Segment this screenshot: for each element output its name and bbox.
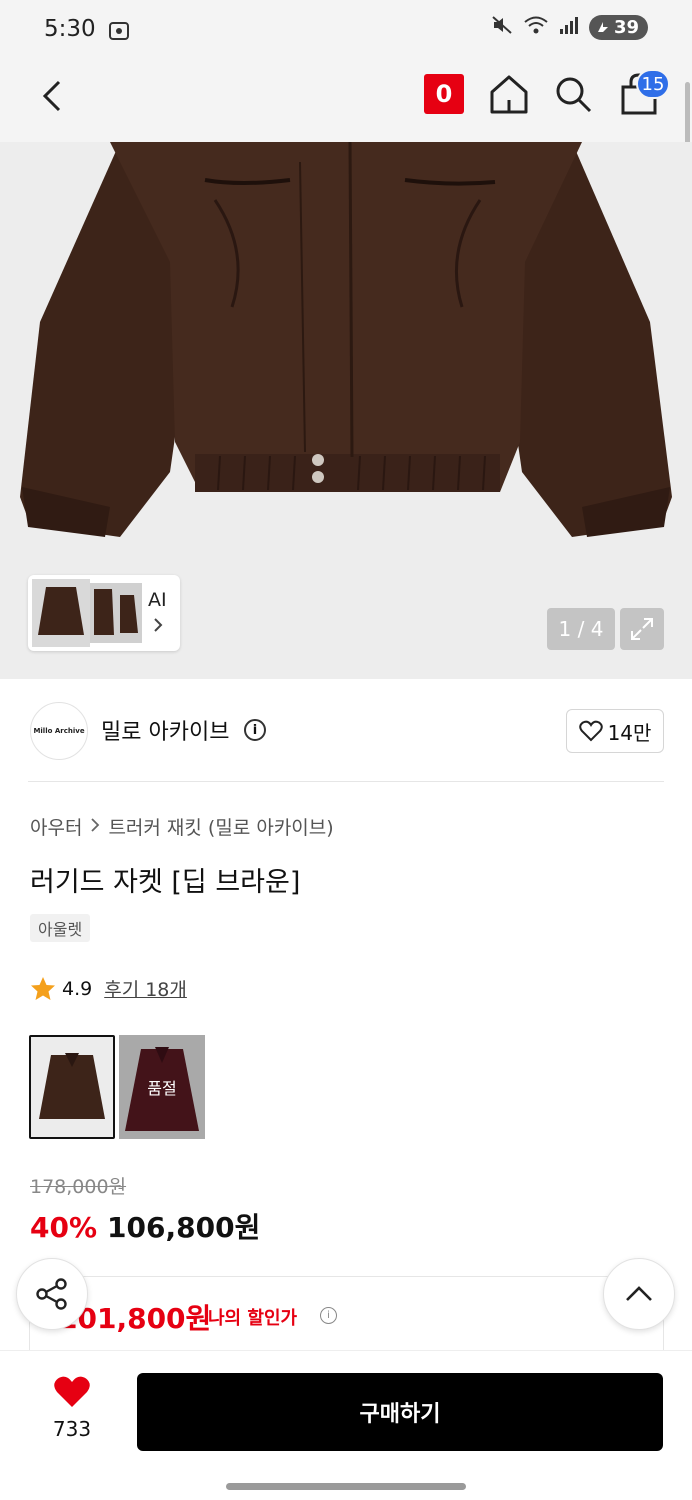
battery-indicator: 39	[588, 14, 648, 40]
sold-out-overlay: 품절	[119, 1035, 205, 1139]
wifi-icon	[523, 14, 549, 40]
mute-icon	[491, 14, 513, 40]
ai-label: AI	[148, 589, 167, 611]
brand-row: Millo Archive 밀로 아카이브 i 14만	[28, 700, 664, 782]
ai-thumbnail-strip[interactable]: AI	[28, 575, 180, 651]
share-button[interactable]	[16, 1258, 88, 1330]
bottom-action-bar: 733 구매하기	[0, 1350, 692, 1500]
share-icon	[36, 1278, 67, 1310]
breadcrumb-category[interactable]: 아우터	[30, 813, 82, 840]
price-line: 40% 106,800원	[30, 1206, 260, 1246]
home-icon	[490, 75, 528, 114]
chevron-right-icon	[152, 617, 164, 638]
my-price-label: 나의 할인가	[208, 1308, 298, 1329]
status-time: 5:30	[44, 16, 96, 42]
zero-event-button[interactable]: 0	[424, 74, 464, 114]
buy-button[interactable]: 구매하기	[137, 1373, 663, 1451]
battery-level: 39	[613, 16, 639, 38]
search-button[interactable]	[553, 72, 593, 116]
original-price: 178,000원	[30, 1176, 127, 1198]
breadcrumb: 아우터 트러커 재킷 (밀로 아카이브)	[30, 813, 334, 840]
thumbnail-image	[32, 579, 90, 647]
screen-record-icon	[108, 20, 130, 46]
outlet-tag: 아울렛	[30, 914, 91, 942]
signal-icon	[559, 14, 579, 40]
info-icon[interactable]: i	[244, 719, 266, 741]
brand-like-button[interactable]: 14만	[566, 709, 664, 753]
cart-count-badge: 15	[636, 69, 670, 99]
home-button[interactable]	[488, 72, 530, 116]
heart-outline-icon	[578, 720, 603, 742]
product-image-carousel[interactable]: AI 1 / 4	[0, 142, 692, 679]
color-swatch-burgundy[interactable]: 품절	[119, 1035, 205, 1139]
chevron-right-icon	[90, 816, 100, 838]
scroll-top-button[interactable]	[603, 1258, 675, 1330]
chevron-up-icon	[626, 1286, 652, 1301]
top-navigation: 0	[0, 62, 692, 142]
status-icons: 39	[491, 14, 648, 40]
thumbnail-image	[90, 583, 142, 643]
status-bar: 5:30 39	[0, 0, 692, 62]
brand-like-count: 14만	[607, 720, 652, 745]
breadcrumb-subcategory[interactable]: 트러커 재킷 (밀로 아카이브)	[108, 813, 333, 840]
expand-image-button[interactable]	[620, 608, 664, 650]
wishlist-count: 733	[52, 1417, 92, 1441]
image-pager: 1 / 4	[547, 608, 615, 650]
search-icon	[556, 77, 592, 113]
info-icon[interactable]: i	[320, 1307, 337, 1324]
home-indicator[interactable]	[226, 1483, 466, 1490]
product-title: 러기드 자켓 [딥 브라운]	[30, 867, 301, 898]
review-link[interactable]: 후기 18개	[104, 975, 187, 1002]
star-icon	[31, 976, 55, 1000]
discount-rate: 40%	[30, 1211, 98, 1244]
sale-price: 106,800원	[107, 1211, 261, 1244]
expand-icon	[631, 618, 653, 640]
back-button[interactable]	[34, 74, 70, 118]
heart-filled-icon	[54, 1376, 90, 1407]
rating-score: 4.9	[62, 977, 93, 1000]
chevron-left-icon	[42, 80, 61, 112]
wishlist-button[interactable]: 733	[32, 1375, 112, 1441]
brand-logo[interactable]: Millo Archive	[30, 702, 88, 760]
rating-row: 4.9 후기 18개	[30, 975, 187, 1002]
color-swatch-brown[interactable]	[29, 1035, 115, 1139]
brand-name[interactable]: 밀로 아카이브	[101, 714, 229, 746]
